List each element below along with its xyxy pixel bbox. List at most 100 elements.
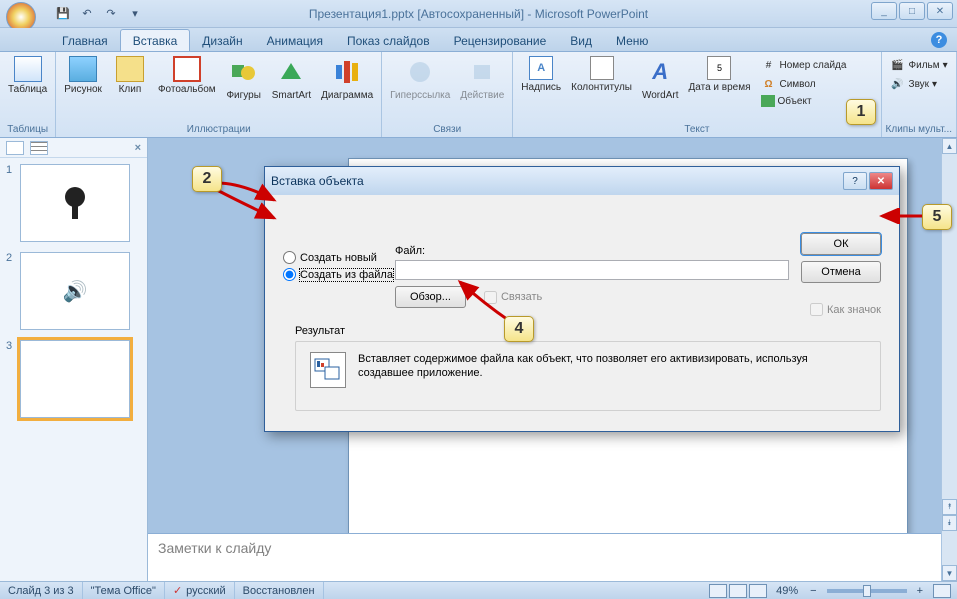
ribbon-headerfooter[interactable]: Колонтитулы <box>567 54 636 122</box>
office-button[interactable] <box>4 0 42 28</box>
text-small-items: #Номер слайда ΩСимвол Объект <box>757 54 851 122</box>
ribbon-clip-label: Клип <box>119 84 142 95</box>
dialog-body: Создать новый Создать из файла Файл: Обз… <box>265 195 899 431</box>
result-box: Результат Вставляет содержимое файла как… <box>295 325 881 413</box>
ribbon-movie-label: Фильм <box>909 60 940 71</box>
ok-button[interactable]: ОК <box>801 233 881 255</box>
tab-design[interactable]: Дизайн <box>190 30 254 51</box>
group-illustrations: Рисунок Клип Фотоальбом Фигуры SmartArt … <box>56 52 382 137</box>
zoom-in-icon[interactable]: + <box>913 585 927 597</box>
table-icon <box>14 56 42 82</box>
zoom-value[interactable]: 49% <box>768 582 806 599</box>
symbol-icon: Ω <box>761 76 777 92</box>
tab-anim[interactable]: Анимация <box>255 30 335 51</box>
textbox-icon: A <box>529 56 553 80</box>
tab-insert[interactable]: Вставка <box>120 29 191 51</box>
wordart-icon: A <box>644 56 676 88</box>
tab-view[interactable]: Вид <box>558 30 604 51</box>
qat-save-icon[interactable]: 💾 <box>52 3 74 25</box>
ribbon-album[interactable]: Фотоальбом <box>154 54 220 122</box>
tab-slideshow[interactable]: Показ слайдов <box>335 30 442 51</box>
thumb-2[interactable]: 🔊 <box>20 252 130 330</box>
clip-icon <box>116 56 144 82</box>
ribbon-object[interactable]: Объект <box>759 94 849 108</box>
ribbon: Таблица Таблицы Рисунок Клип Фотоальбом … <box>0 52 957 138</box>
scroll-up-icon[interactable]: ▲ <box>942 138 957 154</box>
thumb-row-3[interactable]: 3 <box>6 340 141 418</box>
group-text: AНадпись Колонтитулы AWordArt 5Дата и вр… <box>513 52 881 137</box>
zoom-handle[interactable] <box>863 585 871 597</box>
thumbpane-close-icon[interactable]: × <box>135 142 141 154</box>
arrow-2-bottom <box>212 188 282 228</box>
ribbon-clip[interactable]: Клип <box>108 54 152 122</box>
thumb-row-1[interactable]: 1 <box>6 164 141 242</box>
ribbon-date[interactable]: 5Дата и время <box>684 54 754 122</box>
view-show-icon[interactable] <box>749 584 767 598</box>
sound-icon: 🔊 <box>890 76 906 92</box>
ribbon-album-label: Фотоальбом <box>158 84 216 95</box>
ribbon-picture[interactable]: Рисунок <box>60 54 106 122</box>
tab-menu[interactable]: Меню <box>604 30 660 51</box>
thumbnail-tabs: × <box>0 138 147 158</box>
maximize-button[interactable]: □ <box>899 2 925 20</box>
thumb-3[interactable] <box>20 340 130 418</box>
media-items: 🎬Фильм ▾ 🔊Звук ▾ <box>886 54 952 122</box>
thumb-1[interactable] <box>20 164 130 242</box>
next-slide-icon[interactable]: ⯯ <box>942 515 957 531</box>
radio-from-file-label: Создать из файла <box>300 269 393 281</box>
group-illu-label: Иллюстрации <box>60 122 377 137</box>
thumb-tab-outline-icon[interactable] <box>30 141 48 155</box>
thumb-row-2[interactable]: 2 🔊 <box>6 252 141 330</box>
ribbon-headerfooter-label: Колонтитулы <box>571 82 632 93</box>
ribbon-object-label: Объект <box>778 96 812 107</box>
ribbon-chart-label: Диаграмма <box>321 90 373 101</box>
view-normal-icon[interactable] <box>709 584 727 598</box>
chart-icon <box>331 56 363 88</box>
dialog-help-icon[interactable]: ? <box>843 172 867 190</box>
group-tables-label: Таблицы <box>4 122 51 137</box>
close-button[interactable]: ✕ <box>927 2 953 20</box>
notes-pane[interactable]: Заметки к слайду <box>148 533 941 581</box>
headerfooter-icon <box>590 56 614 80</box>
scroll-down-icon[interactable]: ▼ <box>942 565 957 581</box>
view-sorter-icon[interactable] <box>729 584 747 598</box>
thumbnail-pane: × 1 2 🔊 3 <box>0 138 148 581</box>
prev-slide-icon[interactable]: ⯭ <box>942 499 957 515</box>
as-icon-checkbox[interactable]: Как значок <box>810 303 881 316</box>
zoom-slider[interactable] <box>827 589 907 593</box>
ribbon-table[interactable]: Таблица <box>4 54 51 122</box>
file-label: Файл: <box>395 245 789 257</box>
fit-slide-icon[interactable] <box>933 584 951 598</box>
ribbon-symbol[interactable]: ΩСимвол <box>759 75 849 93</box>
zoom-out-icon[interactable]: − <box>806 585 820 597</box>
ribbon-chart[interactable]: Диаграмма <box>317 54 377 122</box>
ribbon-hyperlink-label: Гиперссылка <box>390 90 450 101</box>
tab-review[interactable]: Рецензирование <box>442 30 559 51</box>
ribbon-shapes[interactable]: Фигуры <box>222 54 266 122</box>
minimize-button[interactable]: _ <box>871 2 897 20</box>
ribbon-wordart[interactable]: AWordArt <box>638 54 683 122</box>
qat-undo-icon[interactable]: ↶ <box>76 3 98 25</box>
status-recovered: Восстановлен <box>235 582 324 599</box>
thumb-tab-slides-icon[interactable] <box>6 141 24 155</box>
tab-home[interactable]: Главная <box>50 30 120 51</box>
radio-from-file[interactable]: Создать из файла <box>283 268 393 281</box>
ribbon-smartart[interactable]: SmartArt <box>268 54 315 122</box>
radio-create-new[interactable]: Создать новый <box>283 251 393 264</box>
ribbon-symbol-label: Символ <box>780 79 816 90</box>
qat-more-icon[interactable]: ▾ <box>124 3 146 25</box>
result-text: Вставляет содержимое файла как объект, ч… <box>358 352 866 381</box>
cancel-button[interactable]: Отмена <box>801 261 881 283</box>
hyperlink-icon <box>404 56 436 88</box>
ribbon-textbox[interactable]: AНадпись <box>517 54 565 122</box>
slidenum-icon: # <box>761 57 777 73</box>
ribbon-slidenum[interactable]: #Номер слайда <box>759 56 849 74</box>
thumb-num-3: 3 <box>6 340 16 418</box>
ribbon-movie[interactable]: 🎬Фильм ▾ <box>888 56 950 74</box>
help-icon[interactable]: ? <box>931 32 947 48</box>
status-lang[interactable]: ✓русский <box>165 582 235 599</box>
qat-redo-icon[interactable]: ↷ <box>100 3 122 25</box>
ribbon-sound[interactable]: 🔊Звук ▾ <box>888 75 950 93</box>
dialog-close-icon[interactable]: ✕ <box>869 172 893 190</box>
thumbnail-list: 1 2 🔊 3 <box>0 158 147 434</box>
